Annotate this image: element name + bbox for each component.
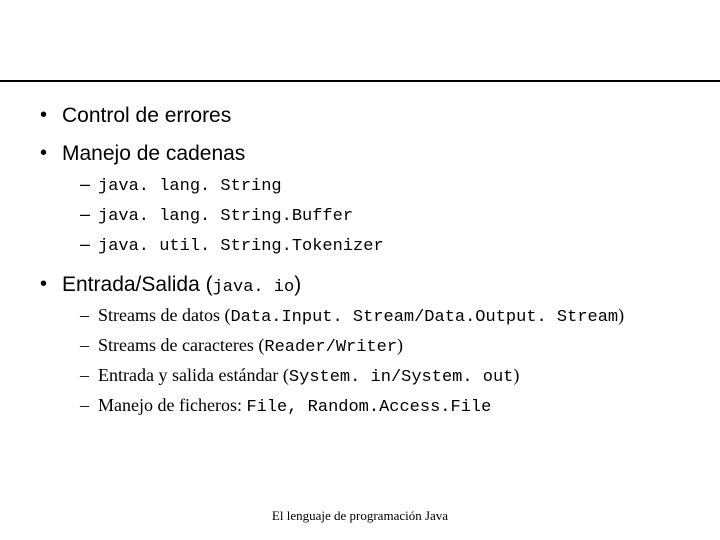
bullet-list-level1: Control de errores Manejo de cadenas jav…: [40, 104, 680, 420]
code-text: java. util. String.Tokenizer: [98, 237, 384, 256]
sub-item: java. lang. String.Buffer: [80, 202, 680, 229]
slide: Control de errores Manejo de cadenas jav…: [0, 0, 720, 540]
sub-item: Streams de caracteres (Reader/Writer): [80, 333, 680, 360]
sub-item: Manejo de ficheros: File, Random.Access.…: [80, 393, 680, 420]
sub-text: ): [513, 365, 519, 385]
code-text: System. in/System. out: [289, 368, 513, 387]
bullet-item-strings: Manejo de cadenas java. lang. String jav…: [40, 142, 680, 259]
sub-text: Manejo de ficheros:: [98, 395, 246, 415]
sub-item: java. lang. String: [80, 172, 680, 199]
sub-text: Entrada y salida estándar (: [98, 365, 289, 385]
bullet-item-io: Entrada/Salida (java. io) Streams de dat…: [40, 273, 680, 420]
divider-rule: [0, 80, 720, 82]
title-spacer: [0, 0, 720, 80]
bullet-item-errors: Control de errores: [40, 104, 680, 128]
code-text: java. lang. String.Buffer: [98, 207, 353, 226]
sub-text: Streams de datos (: [98, 305, 230, 325]
bullet-text: Manejo de cadenas: [62, 142, 245, 165]
bullet-text: ): [294, 273, 301, 296]
bullet-list-level2: Streams de datos (Data.Input. Stream/Dat…: [62, 303, 680, 420]
bullet-text: Entrada/Salida (: [62, 273, 213, 296]
sub-item: Entrada y salida estándar (System. in/Sy…: [80, 363, 680, 390]
code-text: java. lang. String: [98, 177, 282, 196]
content-area: Control de errores Manejo de cadenas jav…: [0, 94, 720, 500]
sub-text: ): [618, 305, 624, 325]
code-text: Data.Input. Stream/Data.Output. Stream: [230, 308, 618, 327]
sub-text: ): [397, 335, 403, 355]
code-text: java. io: [213, 278, 295, 297]
sub-item: java. util. String.Tokenizer: [80, 232, 680, 259]
bullet-list-level2: java. lang. String java. lang. String.Bu…: [62, 172, 680, 259]
code-text: Reader/Writer: [264, 338, 397, 357]
bullet-text: Control de errores: [62, 104, 231, 127]
slide-footer: El lenguaje de programación Java: [0, 500, 720, 540]
code-text: File, Random.Access.File: [246, 398, 491, 417]
sub-text: Streams de caracteres (: [98, 335, 264, 355]
sub-item: Streams de datos (Data.Input. Stream/Dat…: [80, 303, 680, 330]
